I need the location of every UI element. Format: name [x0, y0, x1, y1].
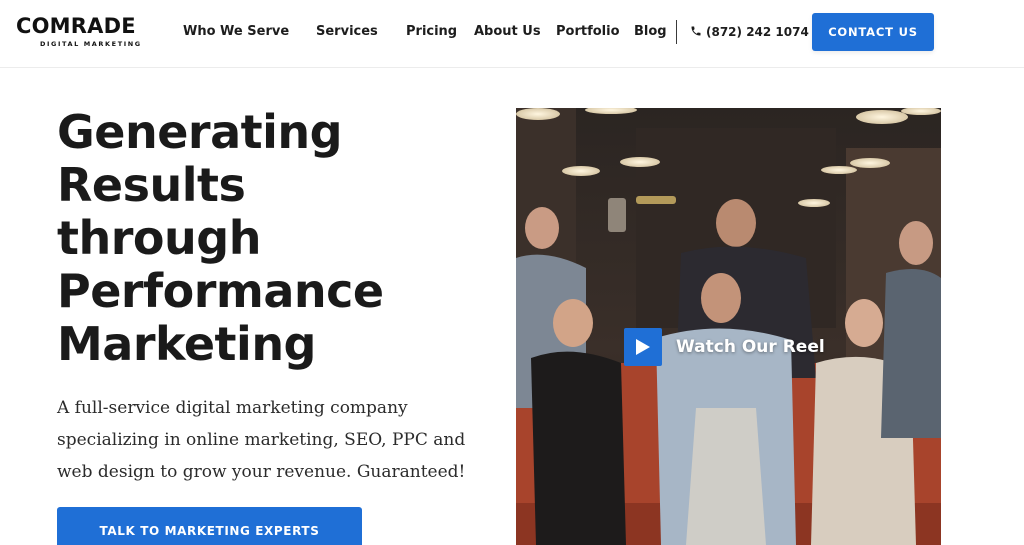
brand-logo[interactable]: COMRADE DIGITAL MARKETING	[16, 14, 150, 50]
hero-subtitle-line: web design to grow your revenue. Guarant…	[57, 462, 466, 482]
watch-reel-label: Watch Our Reel	[676, 337, 825, 357]
brand-tagline: DIGITAL MARKETING	[40, 40, 142, 48]
contact-us-button[interactable]: CONTACT US	[812, 13, 934, 51]
hero-title-line: Marketing	[57, 317, 317, 371]
site-header: COMRADE DIGITAL MARKETING Who We Serve S…	[0, 0, 1024, 68]
phone-number: (872) 242 1074	[706, 25, 809, 39]
brand-name: COMRADE	[16, 14, 136, 38]
hero-title-line: Generating	[57, 105, 343, 159]
nav-item-about-us[interactable]: About Us	[474, 23, 541, 41]
team-photo	[516, 108, 941, 545]
nav-item-pricing[interactable]: Pricing	[406, 23, 457, 41]
hero-title-line: through	[57, 211, 261, 265]
reel-video[interactable]: Watch Our Reel	[516, 108, 941, 545]
hero-title-line: Results	[57, 158, 246, 212]
phone-icon	[691, 26, 701, 36]
hero-subtitle-line: A full-service digital marketing company	[57, 398, 408, 418]
hero-subtitle-line: specializing in online marketing, SEO, P…	[57, 430, 466, 450]
nav-item-portfolio[interactable]: Portfolio	[556, 23, 620, 41]
talk-to-experts-button[interactable]: TALK TO MARKETING EXPERTS	[57, 507, 362, 545]
hero-title-line: Performance	[57, 264, 384, 318]
phone-link[interactable]: (872) 242 1074	[690, 23, 809, 41]
nav-item-blog[interactable]: Blog	[634, 23, 667, 41]
watch-reel-button[interactable]: Watch Our Reel	[624, 328, 825, 366]
nav-item-who-we-serve[interactable]: Who We Serve	[183, 23, 289, 41]
hero-title: Generating Results through Performance M…	[57, 106, 497, 371]
nav-divider	[676, 20, 677, 44]
play-icon	[624, 328, 662, 366]
nav-item-services[interactable]: Services	[316, 23, 378, 41]
hero-subtitle: A full-service digital marketing company…	[57, 392, 477, 488]
